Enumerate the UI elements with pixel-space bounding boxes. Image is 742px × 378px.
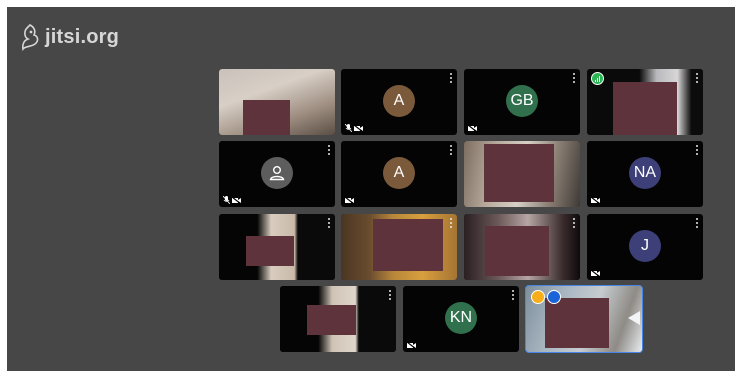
avatar: KN [445, 302, 477, 334]
redacted-face [243, 100, 290, 135]
status-icons [345, 124, 363, 132]
participant-tile[interactable]: J [587, 214, 703, 280]
redacted-face [484, 144, 554, 202]
more-options-icon[interactable] [448, 217, 454, 229]
more-options-icon[interactable] [326, 144, 332, 156]
participant-tile[interactable] [464, 214, 580, 280]
more-options-icon[interactable] [510, 289, 516, 301]
status-icons [223, 196, 241, 204]
redacted-face [246, 236, 294, 266]
more-options-icon[interactable] [571, 217, 577, 229]
mic-muted-icon [345, 124, 352, 132]
participant-tile[interactable]: A [341, 69, 457, 135]
participant-tile[interactable]: NA [587, 141, 703, 207]
participant-tile-active-speaker[interactable] [525, 285, 643, 353]
participant-tile[interactable] [341, 214, 457, 280]
camera-off-icon [345, 197, 354, 204]
camera-off-icon [407, 342, 416, 349]
participant-tile[interactable]: KN [403, 286, 519, 352]
redacted-face [307, 305, 356, 335]
avatar: A [383, 157, 415, 189]
more-options-icon[interactable] [448, 144, 454, 156]
participant-tile[interactable] [587, 69, 703, 135]
logo-text: jitsi.org [45, 25, 120, 48]
status-icons [407, 342, 416, 349]
person-icon [269, 166, 285, 181]
avatar: J [629, 230, 661, 262]
avatar: GB [506, 85, 538, 117]
participant-tile[interactable] [219, 69, 335, 135]
participant-tile[interactable] [280, 286, 396, 352]
participant-tile[interactable]: A [341, 141, 457, 207]
more-options-icon[interactable] [694, 72, 700, 84]
dominant-speaker-icon [547, 290, 561, 304]
camera-off-icon [232, 196, 241, 204]
default-avatar-icon [261, 157, 293, 189]
jitsi-logo[interactable]: jitsi.org [19, 23, 119, 51]
participant-tile[interactable] [219, 214, 335, 280]
mic-muted-icon [223, 196, 230, 204]
more-options-icon[interactable] [326, 217, 332, 229]
camera-off-icon [354, 124, 363, 132]
more-options-icon[interactable] [694, 144, 700, 156]
background-object [628, 311, 640, 325]
more-options-icon[interactable] [448, 72, 454, 84]
redacted-face [373, 219, 443, 271]
status-icons [345, 197, 354, 204]
redacted-face [545, 298, 609, 348]
camera-off-icon [591, 197, 600, 204]
status-icons [468, 125, 477, 132]
camera-off-icon [591, 270, 600, 277]
avatar: A [383, 85, 415, 117]
camera-off-icon [468, 125, 477, 132]
status-icons [591, 270, 600, 277]
redacted-face [485, 226, 549, 276]
more-options-icon[interactable] [387, 289, 393, 301]
participant-tile[interactable] [219, 141, 335, 207]
participant-tile[interactable] [464, 141, 580, 207]
conference-stage: jitsi.org A GB A NA J KN [7, 7, 735, 371]
status-icons [591, 197, 600, 204]
redacted-face [613, 82, 677, 135]
connection-indicator-icon[interactable] [591, 72, 604, 85]
avatar: NA [629, 157, 661, 189]
more-options-icon[interactable] [694, 217, 700, 229]
jitsi-logo-icon [22, 24, 39, 51]
participant-tile[interactable]: GB [464, 69, 580, 135]
raised-hand-icon [531, 290, 545, 304]
more-options-icon[interactable] [571, 72, 577, 84]
